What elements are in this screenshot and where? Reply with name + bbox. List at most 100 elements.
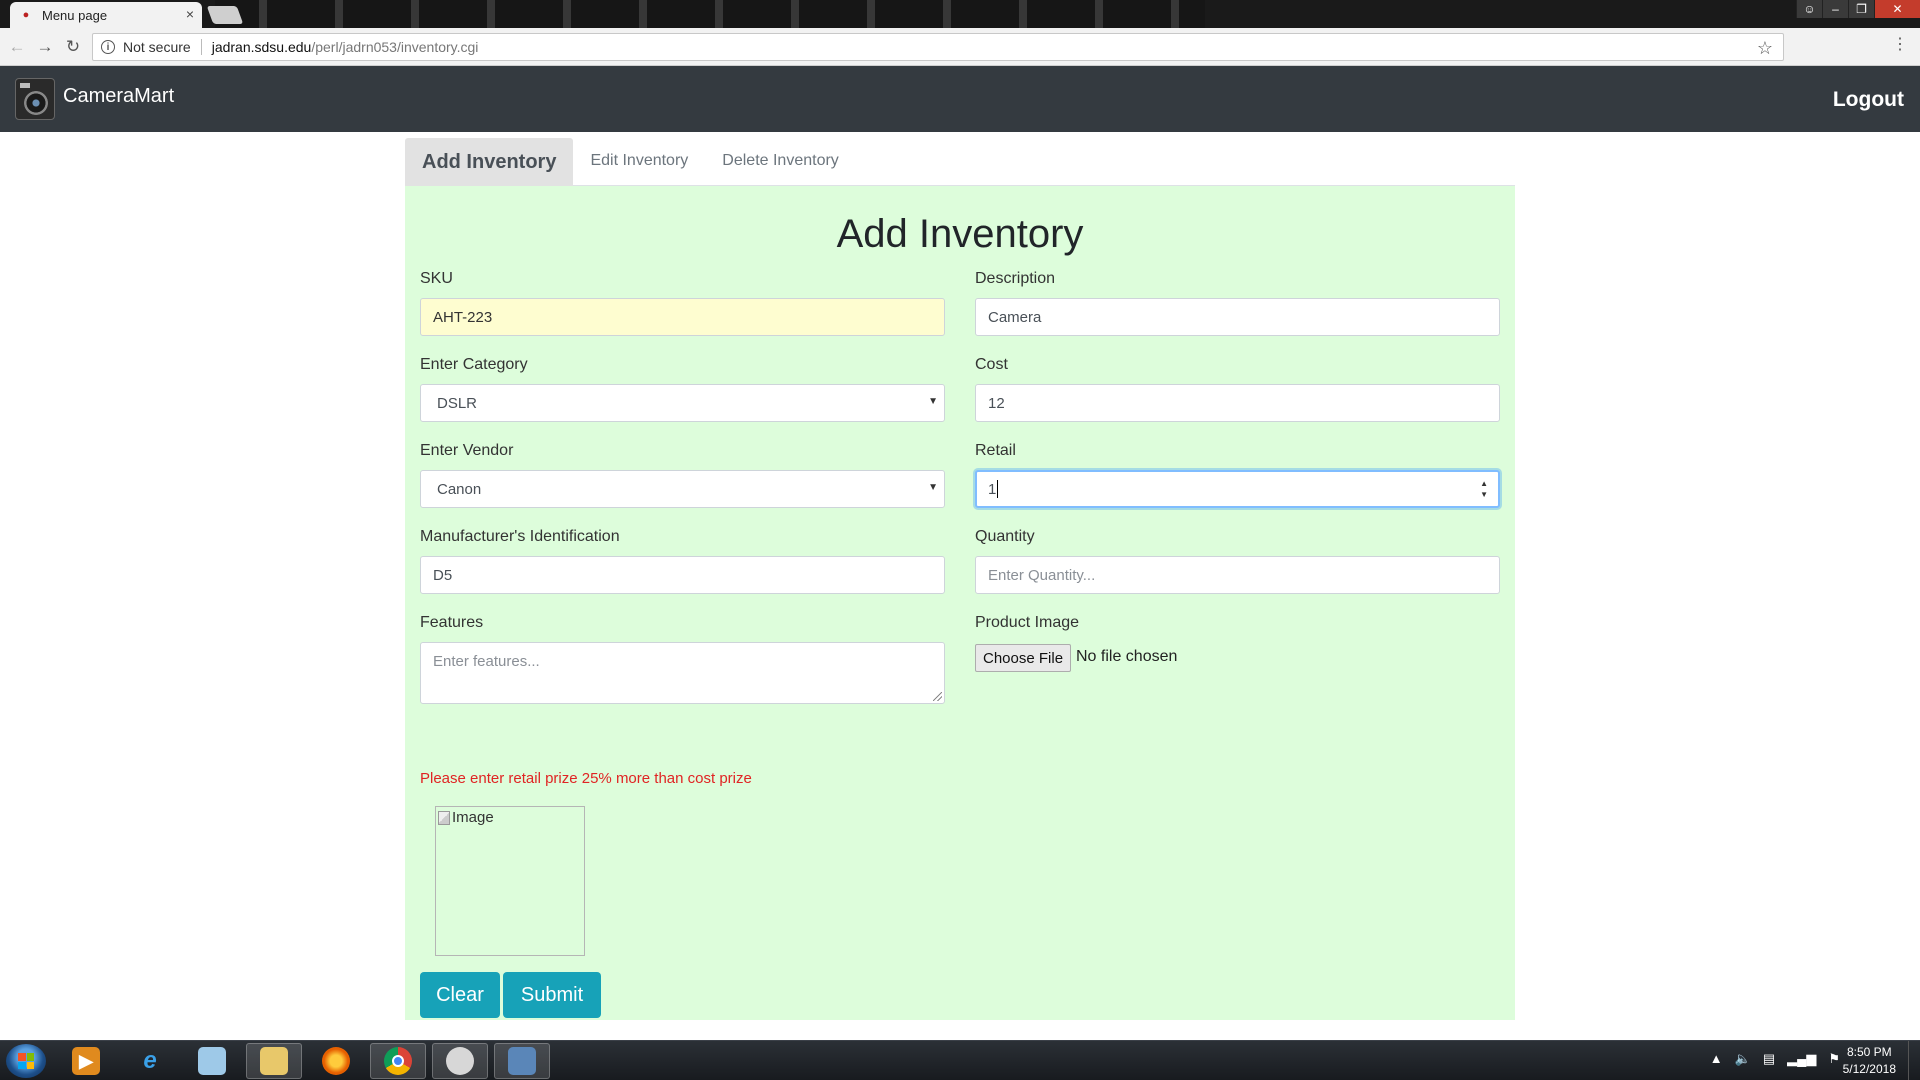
internet-explorer-icon: e <box>143 1047 157 1074</box>
windows-taskbar: ▶ e ▲ 🔈 ▤ ▂▄▆ ⚑ 8:50 PM 5/12/2018 <box>0 1040 1920 1080</box>
url-host: jadran.sdsu.edu <box>211 39 312 55</box>
image-preview: Image <box>435 806 585 956</box>
url-path: /perl/jadrn053/inventory.cgi <box>311 39 479 55</box>
text-cursor <box>997 480 999 498</box>
tab-close-icon[interactable]: × <box>186 6 194 22</box>
tab-add-inventory[interactable]: Add Inventory <box>405 138 574 186</box>
brand-name[interactable]: CameraMart <box>63 85 174 108</box>
vendor-select[interactable]: Canon ▼ <box>420 470 945 508</box>
security-label: Not secure <box>123 39 191 55</box>
info-icon[interactable]: i <box>101 40 115 54</box>
paint-icon <box>446 1047 474 1075</box>
image-alt-text: Image <box>452 809 494 826</box>
image-alt: Image <box>438 809 494 826</box>
cost-label: Cost <box>975 356 1008 373</box>
spinner-down-icon[interactable]: ▼ <box>1480 489 1488 500</box>
system-tray: ▲ 🔈 ▤ ▂▄▆ ⚑ <box>1710 1051 1840 1067</box>
form-title: Add Inventory <box>836 212 1084 256</box>
spinner-up-icon[interactable]: ▲ <box>1480 478 1488 489</box>
clock-date: 5/12/2018 <box>1842 1062 1896 1076</box>
tab-edit-inventory[interactable]: Edit Inventory <box>573 138 705 184</box>
show-hidden-icons-icon[interactable]: ▲ <box>1710 1051 1723 1067</box>
address-bar[interactable]: i Not secure jadran.sdsu.edu/perl/jadrn0… <box>92 33 1784 61</box>
favicon-icon: ● <box>22 9 30 21</box>
manufacturer-id-value: D5 <box>433 566 453 584</box>
product-image-label: Product Image <box>975 614 1080 631</box>
forward-icon[interactable]: → <box>34 36 56 58</box>
firefox-icon <box>322 1047 350 1075</box>
chrome-icon <box>384 1047 412 1075</box>
remote-desktop-icon <box>508 1047 536 1075</box>
choose-file-button[interactable]: Choose File <box>975 644 1072 672</box>
cost-input[interactable]: 12 <box>975 384 1500 422</box>
broken-image-icon <box>438 810 450 825</box>
file-status: No file chosen <box>1076 648 1178 665</box>
vendor-label: Enter Vendor <box>420 442 514 459</box>
show-desktop-button[interactable] <box>1908 1041 1920 1080</box>
chevron-down-icon: ▼ <box>928 396 938 407</box>
vendor-value: Canon <box>437 480 482 498</box>
sku-label: SKU <box>420 270 453 287</box>
quantity-input[interactable]: Enter Quantity... <box>975 556 1500 594</box>
signal-icon[interactable]: ▂▄▆ <box>1787 1051 1816 1067</box>
start-button[interactable] <box>6 1044 46 1078</box>
windows-logo-icon <box>18 1053 34 1069</box>
cost-value: 12 <box>988 394 1005 412</box>
taskbar-paint[interactable] <box>432 1043 488 1079</box>
retail-value: 1 <box>988 480 997 498</box>
user-icon[interactable]: ☺ <box>1796 0 1822 18</box>
description-input[interactable]: Camera <box>975 298 1500 336</box>
logout-link[interactable]: Logout <box>1833 88 1904 112</box>
taskbar-notepad[interactable] <box>184 1043 240 1079</box>
back-icon[interactable]: ← <box>6 36 28 58</box>
clear-button[interactable]: Clear <box>420 972 500 1018</box>
taskbar-file-explorer[interactable] <box>246 1043 302 1079</box>
browser-tab-menu-page[interactable]: ● Menu page × <box>10 2 202 28</box>
new-tab-button[interactable] <box>206 6 244 24</box>
add-inventory-panel: Add Inventory SKU AHT-223 Description Ca… <box>405 186 1515 1020</box>
browser-toolbar: ← → ↻ i Not secure jadran.sdsu.edu/perl/… <box>0 28 1920 66</box>
taskbar-firefox[interactable] <box>308 1043 364 1079</box>
taskbar-remote-desktop[interactable] <box>494 1043 550 1079</box>
taskbar-clock[interactable]: 8:50 PM 5/12/2018 <box>1843 1044 1896 1078</box>
taskbar-internet-explorer[interactable]: e <box>122 1043 178 1079</box>
browser-menu-icon[interactable]: ⋮ <box>1892 37 1908 53</box>
number-spinner[interactable]: ▲ ▼ <box>1480 478 1488 500</box>
quantity-placeholder: Enter Quantity... <box>988 566 1096 584</box>
manufacturer-id-input[interactable]: D5 <box>420 556 945 594</box>
minimize-icon[interactable]: – <box>1822 0 1848 18</box>
taskbar-media-player[interactable]: ▶ <box>58 1043 114 1079</box>
app-navbar: CameraMart Logout <box>0 66 1920 132</box>
category-value: DSLR <box>437 394 478 412</box>
chevron-down-icon: ▼ <box>928 482 938 493</box>
features-label: Features <box>420 614 484 631</box>
resize-handle-icon[interactable] <box>933 692 942 701</box>
validation-error: Please enter retail prize 25% more than … <box>420 770 752 787</box>
bookmark-star-icon[interactable]: ☆ <box>1757 38 1773 59</box>
tab-delete-inventory[interactable]: Delete Inventory <box>705 138 856 184</box>
category-select[interactable]: DSLR ▼ <box>420 384 945 422</box>
retail-input[interactable]: 1 ▲ ▼ <box>975 470 1500 508</box>
volume-icon[interactable]: 🔈 <box>1735 1051 1751 1067</box>
clock-time: 8:50 PM <box>1846 1045 1892 1059</box>
features-textarea[interactable]: Enter features... <box>420 642 945 704</box>
action-center-flag-icon[interactable]: ⚑ <box>1828 1051 1840 1067</box>
description-value: Camera <box>988 308 1042 326</box>
manufacturer-id-label: Manufacturer's Identification <box>420 528 620 545</box>
media-player-icon: ▶ <box>72 1047 100 1075</box>
restore-icon[interactable]: ❐ <box>1848 0 1874 18</box>
camera-logo-icon[interactable] <box>15 78 55 120</box>
submit-button[interactable]: Submit <box>503 972 601 1018</box>
description-label: Description <box>975 270 1056 287</box>
network-adapter-icon[interactable]: ▤ <box>1763 1051 1775 1067</box>
sku-input[interactable]: AHT-223 <box>420 298 945 336</box>
retail-label: Retail <box>975 442 1016 459</box>
notepad-icon <box>198 1047 226 1075</box>
sku-value: AHT-223 <box>433 308 493 326</box>
folder-icon <box>260 1047 288 1075</box>
tabstrip-background <box>215 0 1205 28</box>
taskbar-chrome[interactable] <box>370 1043 426 1079</box>
browser-tabstrip: ● Menu page × ☺ – ❐ ✕ <box>0 0 1920 28</box>
reload-icon[interactable]: ↻ <box>62 36 84 58</box>
close-window-icon[interactable]: ✕ <box>1874 0 1920 18</box>
